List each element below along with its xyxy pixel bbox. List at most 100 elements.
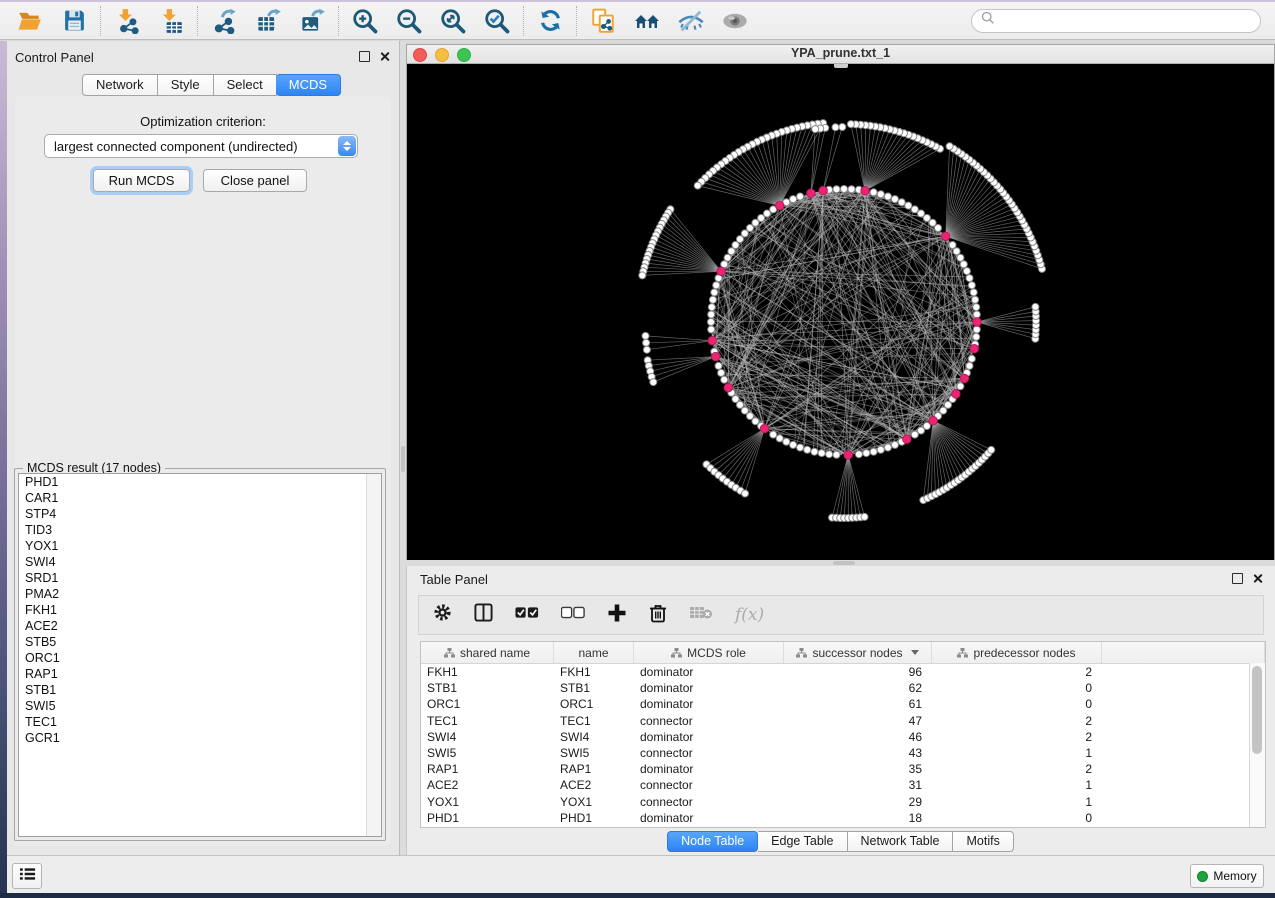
list-item[interactable]: TID3 <box>19 522 381 538</box>
canvas-splitter-grip[interactable] <box>834 64 848 68</box>
tab-motifs[interactable]: Motifs <box>953 831 1013 852</box>
tab-edge-table[interactable]: Edge Table <box>758 831 847 852</box>
export-table-icon[interactable] <box>254 7 282 35</box>
list-item[interactable]: GCR1 <box>19 730 381 746</box>
table-cell: 43 <box>784 746 932 760</box>
close-icon[interactable] <box>1252 573 1263 584</box>
table-cell: dominator <box>634 681 784 695</box>
deselect-all-icon[interactable] <box>561 606 585 624</box>
task-history-button[interactable] <box>12 863 42 889</box>
table-cell: 2 <box>932 730 1102 744</box>
node-table[interactable]: shared namenameMCDS rolesuccessor nodes p… <box>420 641 1266 828</box>
table-cell: 35 <box>784 762 932 776</box>
zoom-out-icon[interactable] <box>395 7 423 35</box>
list-item[interactable]: YOX1 <box>19 538 381 554</box>
copy-network-icon[interactable] <box>589 7 617 35</box>
table-row[interactable]: ACE2ACE2connector311 <box>421 777 1265 793</box>
import-network-icon[interactable] <box>113 7 141 35</box>
tab-network[interactable]: Network <box>82 74 158 96</box>
table-settings-icon[interactable] <box>433 603 452 627</box>
houses-icon[interactable] <box>633 7 661 35</box>
splitter-grip[interactable] <box>833 561 855 565</box>
list-item[interactable]: ORC1 <box>19 650 381 666</box>
list-item[interactable]: STB5 <box>19 634 381 650</box>
search-input[interactable] <box>1001 13 1251 29</box>
float-icon[interactable] <box>1232 573 1243 584</box>
list-item[interactable]: STB1 <box>19 682 381 698</box>
tab-style[interactable]: Style <box>158 74 214 96</box>
tab-node-table[interactable]: Node Table <box>667 831 758 852</box>
optimization-criterion-select[interactable]: largest connected component (undirected) <box>44 134 358 158</box>
list-item[interactable]: SRD1 <box>19 570 381 586</box>
scrollbar-thumb[interactable] <box>1252 666 1262 754</box>
list-item[interactable]: STP4 <box>19 506 381 522</box>
panel-layout-icon[interactable] <box>474 603 493 627</box>
list-item[interactable]: SWI5 <box>19 698 381 714</box>
eye-slash-icon[interactable] <box>677 7 705 35</box>
add-icon[interactable] <box>607 603 627 628</box>
tab-select[interactable]: Select <box>214 74 277 96</box>
table-cell: PHD1 <box>554 811 634 825</box>
column-header[interactable]: shared name <box>421 642 554 663</box>
column-header-label: predecessor nodes <box>973 646 1075 660</box>
table-cell: STB1 <box>554 681 634 695</box>
refresh-icon[interactable] <box>536 7 564 35</box>
save-icon[interactable] <box>60 7 88 35</box>
network-canvas-container[interactable] <box>407 64 1274 560</box>
network-canvas[interactable] <box>407 64 1274 560</box>
table-cell: dominator <box>634 762 784 776</box>
list-item[interactable]: PHD1 <box>19 474 381 490</box>
table-row[interactable]: ORC1ORC1dominator610 <box>421 696 1265 712</box>
table-cell: RAP1 <box>421 762 554 776</box>
table-cell: 96 <box>784 665 932 679</box>
float-icon[interactable] <box>359 51 370 62</box>
close-icon[interactable] <box>379 51 390 62</box>
table-row[interactable]: FKH1FKH1dominator962 <box>421 664 1265 680</box>
table-row[interactable]: TEC1TEC1connector472 <box>421 713 1265 729</box>
import-table-icon[interactable] <box>157 7 185 35</box>
select-all-icon[interactable] <box>515 606 539 624</box>
table-row[interactable]: STB1STB1dominator620 <box>421 680 1265 696</box>
list-item[interactable]: CAR1 <box>19 490 381 506</box>
table-cell: STB1 <box>421 681 554 695</box>
column-header[interactable]: successor nodes <box>784 642 932 663</box>
tab-mcds[interactable]: MCDS <box>276 74 341 96</box>
table-cell: SWI4 <box>554 730 634 744</box>
export-image-icon[interactable] <box>298 7 326 35</box>
table-cell: dominator <box>634 730 784 744</box>
close-panel-button[interactable]: Close panel <box>203 169 307 192</box>
table-cell: ORC1 <box>554 697 634 711</box>
list-item[interactable]: RAP1 <box>19 666 381 682</box>
column-header[interactable]: name <box>554 642 634 663</box>
list-item[interactable]: TEC1 <box>19 714 381 730</box>
list-item[interactable]: ACE2 <box>19 618 381 634</box>
table-row[interactable]: SWI5SWI5connector431 <box>421 745 1265 761</box>
result-list-scrollbar[interactable] <box>366 474 381 836</box>
table-row[interactable]: YOX1YOX1connector291 <box>421 794 1265 810</box>
network-window-titlebar[interactable]: YPA_prune.txt_1 <box>407 45 1274 64</box>
memory-button[interactable]: Memory <box>1190 864 1264 888</box>
table-cell: FKH1 <box>421 665 554 679</box>
column-header[interactable]: MCDS role <box>634 642 784 663</box>
list-item[interactable]: PMA2 <box>19 586 381 602</box>
mcds-result-list[interactable]: PHD1CAR1STP4TID3YOX1SWI4SRD1PMA2FKH1ACE2… <box>18 473 382 837</box>
zoom-selected-icon[interactable] <box>483 7 511 35</box>
eye-icon[interactable] <box>721 7 749 35</box>
zoom-fit-icon[interactable] <box>439 7 467 35</box>
search-field[interactable] <box>971 9 1261 33</box>
export-network-icon[interactable] <box>210 7 238 35</box>
table-row[interactable]: PHD1PHD1dominator180 <box>421 810 1265 826</box>
splitter-grip[interactable] <box>401 446 405 472</box>
table-row[interactable]: RAP1RAP1dominator352 <box>421 761 1265 777</box>
run-mcds-button[interactable]: Run MCDS <box>93 169 190 192</box>
column-header[interactable]: predecessor nodes <box>932 642 1102 663</box>
delete-icon[interactable] <box>649 603 667 628</box>
open-folder-icon[interactable] <box>16 7 44 35</box>
table-scrollbar[interactable] <box>1249 663 1265 827</box>
table-row[interactable]: SWI4SWI4dominator462 <box>421 729 1265 745</box>
zoom-in-icon[interactable] <box>351 7 379 35</box>
table-cell: 47 <box>784 714 932 728</box>
tab-network-table[interactable]: Network Table <box>848 831 954 852</box>
list-item[interactable]: SWI4 <box>19 554 381 570</box>
list-item[interactable]: FKH1 <box>19 602 381 618</box>
